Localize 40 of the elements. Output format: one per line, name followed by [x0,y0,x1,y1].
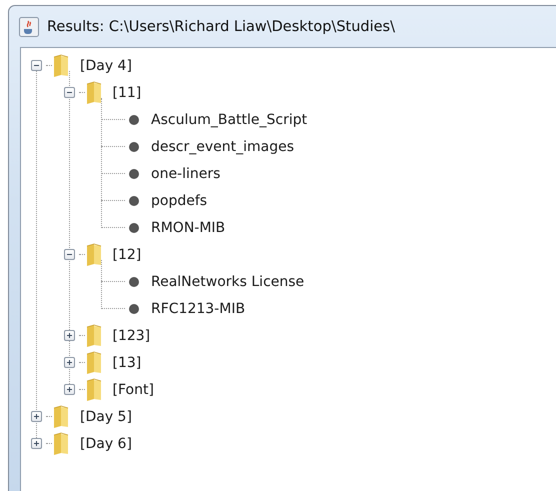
file-label[interactable]: RMON-MIB [151,220,226,236]
file-bullet-icon [129,304,139,314]
file-label[interactable]: one-liners [151,166,220,182]
file-bullet-icon [129,276,139,286]
expand-toggle[interactable] [31,411,42,422]
file-bullet-icon [129,168,139,178]
file-label[interactable]: popdefs [151,192,208,208]
folder-label[interactable]: [11] [112,84,142,100]
file-label[interactable]: Asculum_Battle_Script [151,112,308,128]
window-title: Results: C:\Users\Richard Liaw\Desktop\Studies\ [47,18,395,34]
folder-label[interactable]: [12] [112,246,142,262]
file-bullet-icon [129,114,139,124]
folder-icon [52,54,70,78]
folder-icon [52,432,70,456]
expand-toggle[interactable] [64,357,74,368]
folder-icon [84,378,102,402]
expand-toggle[interactable] [64,384,74,395]
folder-label[interactable]: [123] [112,328,150,344]
file-bullet-icon [129,196,139,206]
folder-label[interactable]: [Font] [112,382,154,398]
folder-label[interactable]: [Day 6] [80,436,132,452]
collapse-toggle[interactable] [31,60,42,71]
folder-icon [84,80,102,104]
file-bullet-icon [129,222,139,232]
file-label[interactable]: RFC1213-MIB [151,300,246,316]
folder-icon [84,350,102,374]
folder-icon [84,242,102,266]
folder-icon [52,404,70,428]
file-label[interactable]: RealNetworks License [151,274,304,290]
folder-icon [84,324,102,348]
folder-label[interactable]: [Day 4] [80,58,132,74]
folder-label[interactable]: [Day 5] [80,408,132,424]
collapse-toggle[interactable] [64,87,74,98]
expand-toggle[interactable] [64,330,74,341]
java-cup-icon [19,16,39,36]
collapse-toggle[interactable] [64,249,74,260]
file-label[interactable]: descr_event_images [151,138,294,154]
file-bullet-icon [129,142,139,152]
expand-toggle[interactable] [31,438,42,449]
folder-label[interactable]: [13] [112,354,142,370]
